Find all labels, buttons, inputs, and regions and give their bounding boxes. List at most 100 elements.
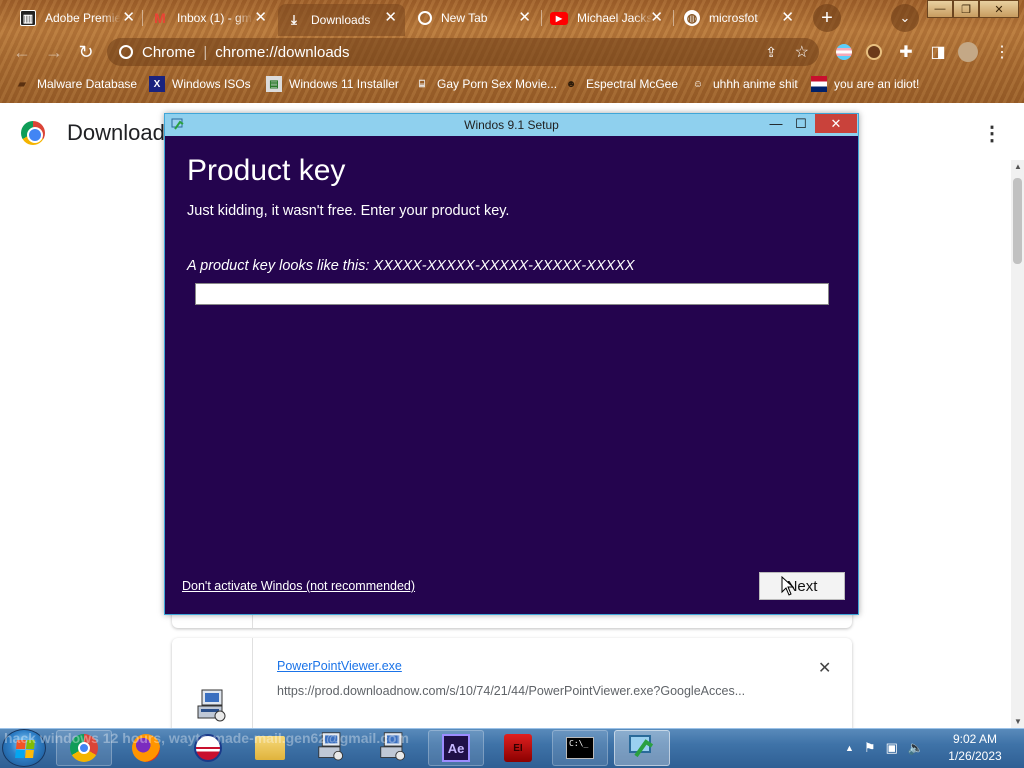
chrome-icon — [119, 45, 133, 59]
bookmark-windows-11-installer[interactable]: ▤ Windows 11 Installer — [266, 75, 399, 93]
bookmark-espectral-mcgee[interactable]: ☻ Espectral McGee — [563, 75, 678, 93]
skip-activation-link[interactable]: Don't activate Windos (not recommended) — [182, 579, 415, 593]
tab-adobe[interactable]: ▥ Adobe Premiere Pro ✕ — [20, 4, 135, 32]
scroll-up-icon[interactable]: ▲ — [1014, 162, 1022, 171]
dialog-minimize-button[interactable]: — — [762, 114, 790, 133]
new-tab-button[interactable]: + — [813, 4, 841, 32]
back-button[interactable]: ← — [10, 40, 34, 64]
clock[interactable]: 9:02 AM 1/26/2023 — [938, 731, 1012, 765]
page-title: Downloads — [67, 120, 176, 145]
tab-search-button[interactable]: ⌄ — [891, 4, 919, 32]
taskbar-chrome[interactable] — [56, 730, 112, 766]
close-icon[interactable]: ✕ — [254, 10, 267, 25]
taskbar-obama[interactable] — [180, 730, 236, 766]
address-bar[interactable]: Chrome | chrome://downloads ⇪ ☆ — [107, 38, 819, 66]
bookmark-anime[interactable]: ☺ uhhh anime shit — [690, 75, 798, 93]
bookmark-you-are-an-idiot[interactable]: you are an idiot! — [811, 75, 919, 93]
tab-label: microsfot — [709, 11, 758, 25]
restore-button[interactable]: ❐ — [953, 0, 979, 18]
tab-gmail[interactable]: M Inbox (1) - gmail ✕ — [152, 4, 267, 32]
profile-flag-button[interactable] — [832, 40, 856, 64]
download-url: https://prod.downloadnow.com/s/10/74/21/… — [277, 684, 746, 698]
show-hidden-icons-icon[interactable]: ▲ — [845, 743, 854, 756]
download-filename-link[interactable]: PowerPointViewer.exe — [277, 659, 402, 673]
close-icon[interactable]: ✕ — [650, 10, 663, 25]
network-icon[interactable]: ▣ — [886, 740, 898, 756]
tab-microsfot[interactable]: ◍ microsfot ✕ — [684, 4, 794, 32]
close-icon[interactable]: ✕ — [122, 10, 135, 25]
restore-icon: ❐ — [961, 3, 971, 16]
share-icon[interactable]: ⇪ — [765, 44, 777, 61]
reload-button[interactable]: ↻ — [74, 40, 98, 64]
extension-button[interactable] — [862, 40, 886, 64]
product-key-input[interactable] — [195, 283, 829, 305]
minimize-icon: — — [769, 116, 783, 131]
address-separator: | — [203, 43, 208, 61]
setup-dialog: Windos 9.1 Setup — ☐ ✕ Product key Just … — [164, 113, 859, 615]
window-close-button[interactable]: ✕ — [979, 0, 1019, 18]
bookmark-malware-database[interactable]: ▰ Malware Database — [14, 75, 137, 93]
setup-icon — [628, 732, 656, 765]
taskbar-firefox[interactable] — [118, 730, 174, 766]
folder-icon — [255, 736, 285, 760]
star-icon[interactable]: ☆ — [795, 42, 809, 62]
taskbar-setup[interactable] — [614, 730, 670, 766]
download-card: PowerPointViewer.exe https://prod.downlo… — [172, 638, 852, 738]
close-icon[interactable]: ✕ — [384, 10, 397, 25]
url-text: chrome://downloads — [215, 43, 350, 61]
tab-label: Michael Jackson — [577, 11, 653, 25]
next-button[interactable]: Next — [759, 572, 845, 600]
bookmark-label: you are an idiot! — [834, 77, 920, 91]
tape-icon: ⌸ — [419, 78, 425, 90]
tab-new-tab[interactable]: New Tab ✕ — [418, 4, 531, 32]
extensions-button[interactable]: ✚ — [894, 40, 918, 64]
dialog-maximize-button[interactable]: ☐ — [787, 114, 815, 133]
scroll-down-icon[interactable]: ▼ — [1014, 717, 1022, 726]
taskbar-installer-2[interactable] — [366, 730, 422, 766]
tab-downloads[interactable]: ⤓ Downloads ✕ — [278, 4, 405, 36]
site-chip: Chrome — [142, 43, 196, 61]
taskbar-installer-1[interactable] — [304, 730, 360, 766]
obama-logo-icon — [194, 734, 222, 762]
chrome-icon — [418, 11, 432, 25]
bookmark-windows-isos[interactable]: X Windows ISOs — [149, 75, 251, 93]
x-icon: X — [149, 76, 165, 92]
bookmark-gay-porn[interactable]: ⌸ Gay Porn Sex Movie... — [414, 75, 557, 93]
taskbar-red-app[interactable]: EI — [490, 730, 546, 766]
taskbar-after-effects[interactable]: Ae — [428, 730, 484, 766]
start-button[interactable] — [2, 729, 46, 767]
close-icon[interactable]: ✕ — [781, 10, 794, 25]
close-icon: ✕ — [994, 3, 1004, 16]
dialog-close-button[interactable]: ✕ — [815, 114, 857, 133]
reload-icon: ↻ — [78, 41, 94, 62]
close-icon[interactable]: ✕ — [518, 10, 531, 25]
bookmark-label: Windows ISOs — [172, 77, 251, 91]
product-key-hint: A product key looks like this: XXXXX-XXX… — [187, 258, 635, 274]
bookmark-label: Windows 11 Installer — [289, 77, 399, 91]
more-options-icon[interactable]: ⋮ — [982, 121, 1002, 145]
menu-button[interactable]: ⋮ — [990, 40, 1014, 64]
minimize-button[interactable]: — — [927, 0, 953, 18]
avatar-icon — [866, 44, 882, 60]
tab-label: Adobe Premiere Pro — [45, 11, 121, 25]
action-center-flag-icon[interactable]: ⚑ — [864, 740, 876, 756]
flag-icon — [836, 44, 852, 60]
volume-icon[interactable]: 🔈 — [908, 740, 924, 756]
dialog-titlebar[interactable]: Windos 9.1 Setup — ☐ ✕ — [165, 114, 858, 136]
avatar — [958, 42, 978, 62]
download-icon: ⤓ — [291, 12, 297, 27]
scrollbar-thumb[interactable] — [1013, 178, 1022, 264]
taskbar-command-prompt[interactable]: C:\_ — [552, 730, 608, 766]
tab-label: Inbox (1) - gmail — [177, 11, 253, 25]
remove-download-icon[interactable]: ✕ — [818, 658, 831, 678]
profile-button[interactable] — [956, 40, 980, 64]
browser-frame: ▥ Adobe Premiere Pro ✕ M Inbox (1) - gma… — [0, 0, 1024, 103]
forward-button[interactable]: → — [42, 40, 66, 64]
tab-youtube[interactable]: ▶ Michael Jackson ✕ — [550, 4, 663, 32]
side-panel-button[interactable]: ◨ — [926, 40, 950, 64]
taskbar-file-explorer[interactable] — [242, 730, 298, 766]
card-divider — [252, 638, 253, 738]
scrollbar[interactable]: ▲ ▼ — [1011, 160, 1024, 728]
dialog-title: Windos 9.1 Setup — [464, 118, 559, 132]
anime-icon: ☺ — [692, 78, 704, 90]
